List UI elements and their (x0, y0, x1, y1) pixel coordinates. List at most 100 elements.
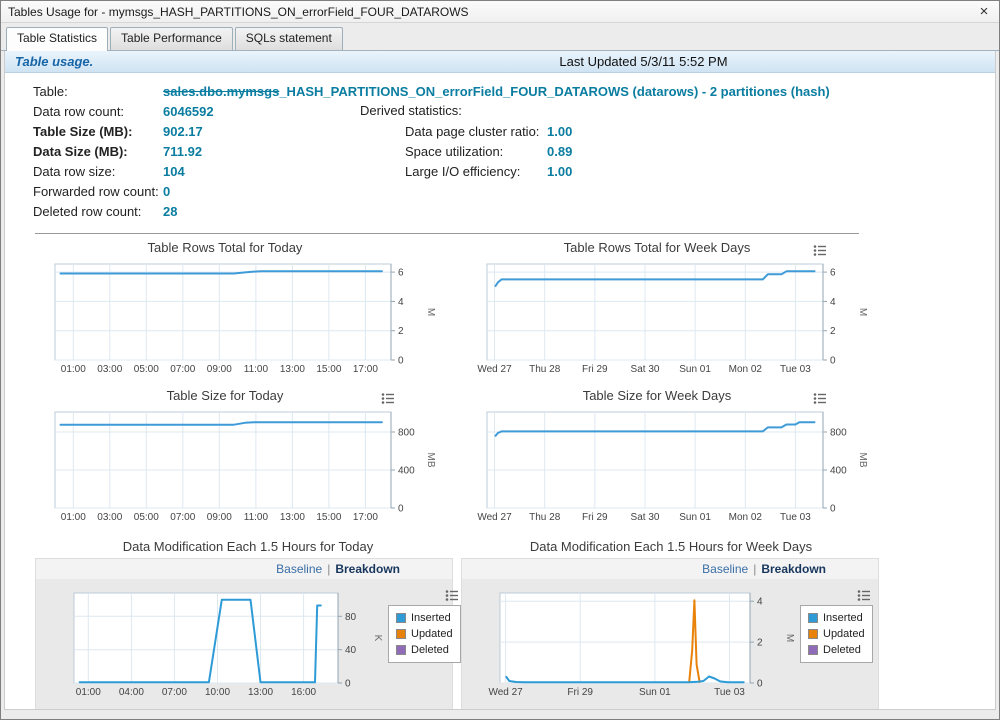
close-icon[interactable]: × (976, 5, 992, 19)
svg-text:Wed 27: Wed 27 (477, 364, 512, 375)
svg-text:09:00: 09:00 (207, 512, 232, 523)
svg-text:05:00: 05:00 (134, 364, 159, 375)
baseline-link[interactable]: Baseline (276, 562, 322, 576)
svg-text:800: 800 (398, 428, 415, 439)
svg-text:03:00: 03:00 (97, 364, 122, 375)
svg-text:0: 0 (398, 356, 404, 367)
legend-label: Deleted (411, 644, 449, 656)
chart-size-week: Table Size for Week Days 0400800MBWed 27… (467, 386, 869, 524)
legend-item-deleted[interactable]: Deleted (808, 642, 865, 658)
mod-week-column: Data Modification Each 1.5 Hours for Wee… (461, 536, 881, 710)
chart-rows-today-plot: 0246M01:0003:0005:0007:0009:0011:0013:00… (35, 258, 437, 376)
chart-menu-icon[interactable] (813, 244, 827, 257)
tab-sqls-statement[interactable]: SQLs statement (235, 27, 343, 50)
chart-legend: Inserted Updated Deleted (800, 605, 873, 663)
legend-label: Inserted (411, 612, 451, 624)
legend-item-updated[interactable]: Updated (396, 626, 453, 642)
chart-mod-week-plot: 024MWed 27Fri 29Sun 01Tue 03 (480, 587, 796, 699)
legend-item-deleted[interactable]: Deleted (396, 642, 453, 658)
svg-text:M: M (425, 308, 436, 316)
derived-statistics-header: Derived statistics: (360, 101, 572, 121)
svg-text:Wed 27: Wed 27 (488, 687, 523, 698)
mod-today-column: Data Modification Each 1.5 Hours for Tod… (35, 536, 461, 710)
chart-title: Data Modification Each 1.5 Hours for Wee… (461, 536, 881, 558)
stat-label: Large I/O efficiency: (405, 164, 547, 179)
svg-text:MB: MB (425, 453, 436, 468)
stat-value: 104 (163, 164, 185, 179)
svg-text:Thu 28: Thu 28 (529, 512, 561, 523)
link-separator: | (327, 562, 330, 576)
svg-text:Tue 03: Tue 03 (780, 364, 811, 375)
deleted-swatch (396, 645, 406, 655)
legend-label: Updated (411, 628, 453, 640)
stat-label: Table: (33, 84, 163, 99)
chart-title: Table Size for Week Days (467, 386, 847, 406)
svg-text:Mon 02: Mon 02 (729, 512, 763, 523)
table-statistics-panel: Table usage. Last Updated 5/3/11 5:52 PM… (4, 51, 996, 710)
svg-text:09:00: 09:00 (207, 364, 232, 375)
svg-text:Sun 01: Sun 01 (679, 512, 711, 523)
svg-text:Tue 03: Tue 03 (780, 512, 811, 523)
svg-text:800: 800 (830, 428, 847, 439)
svg-text:2: 2 (757, 638, 763, 649)
mod-side: Inserted Updated Deleted (388, 587, 461, 663)
table-name-rest: _HASH_PARTITIONS_ON_errorField_FOUR_DATA… (279, 84, 829, 99)
baseline-link[interactable]: Baseline (702, 562, 748, 576)
tab-table-statistics[interactable]: Table Statistics (6, 27, 108, 51)
chart-menu-icon[interactable] (381, 392, 395, 405)
svg-text:15:00: 15:00 (316, 364, 341, 375)
chart-legend: Inserted Updated Deleted (388, 605, 461, 663)
svg-text:0: 0 (345, 679, 351, 690)
stat-value: 28 (163, 204, 177, 219)
derived-row-cluster-ratio: Data page cluster ratio: 1.00 (360, 121, 572, 141)
usage-header: Table usage. Last Updated 5/3/11 5:52 PM (5, 51, 995, 73)
tab-table-performance[interactable]: Table Performance (110, 27, 233, 50)
mod-week-panel: Baseline | Breakdown 024MWed 27Fri 29Sun… (461, 558, 879, 710)
svg-text:M: M (857, 308, 868, 316)
chart-menu-icon[interactable] (445, 589, 459, 602)
breakdown-link[interactable]: Breakdown (335, 562, 400, 576)
stat-value: 0 (163, 184, 170, 199)
svg-text:MB: MB (857, 453, 868, 468)
chart-rows-week: Table Rows Total for Week Days 0246MWed … (467, 238, 869, 376)
chart-rows-today: Table Rows Total for Today 0246M01:0003:… (35, 238, 437, 376)
mod-panel-body: 04080K01:0004:0007:0010:0013:0016:00 Ins… (36, 579, 452, 709)
svg-text:11:00: 11:00 (244, 512, 269, 523)
svg-text:400: 400 (398, 466, 415, 477)
legend-item-updated[interactable]: Updated (808, 626, 865, 642)
svg-text:4: 4 (830, 297, 836, 308)
chart-size-today: Table Size for Today 0400800MB01:0003:00… (35, 386, 437, 524)
mod-panel-header: Baseline | Breakdown (462, 559, 878, 579)
link-separator: | (753, 562, 756, 576)
mod-today-panel: Baseline | Breakdown 04080K01:0004:0007:… (35, 558, 453, 710)
derived-row-space-utilization: Space utilization: 0.89 (360, 141, 572, 161)
breakdown-link[interactable]: Breakdown (761, 562, 826, 576)
chart-title: Data Modification Each 1.5 Hours for Tod… (35, 536, 461, 558)
stat-value: 711.92 (163, 144, 202, 159)
svg-text:07:00: 07:00 (170, 512, 195, 523)
svg-text:2: 2 (830, 326, 836, 337)
svg-text:6: 6 (830, 268, 836, 279)
svg-text:13:00: 13:00 (280, 512, 305, 523)
stat-label: Space utilization: (405, 144, 547, 159)
legend-item-inserted[interactable]: Inserted (808, 610, 865, 626)
stat-label: Forwarded row count: (33, 184, 163, 199)
svg-text:10:00: 10:00 (205, 687, 230, 698)
legend-item-inserted[interactable]: Inserted (396, 610, 453, 626)
stat-value: 6046592 (163, 104, 214, 119)
chart-title: Table Size for Today (35, 386, 415, 406)
data-modification-section: Data Modification Each 1.5 Hours for Tod… (5, 536, 995, 710)
chart-menu-icon[interactable] (813, 392, 827, 405)
stat-label: Data page cluster ratio: (405, 124, 547, 139)
svg-text:Sat 30: Sat 30 (631, 512, 660, 523)
svg-text:M: M (784, 634, 795, 642)
stat-value: 1.00 (547, 124, 572, 139)
last-updated-text: Last Updated 5/3/11 5:52 PM (559, 54, 727, 69)
svg-text:Fri 29: Fri 29 (582, 364, 608, 375)
chart-menu-icon[interactable] (857, 589, 871, 602)
updated-swatch (396, 629, 406, 639)
svg-text:15:00: 15:00 (316, 512, 341, 523)
svg-text:40: 40 (345, 645, 357, 656)
svg-text:07:00: 07:00 (162, 687, 187, 698)
stat-row-deleted-row-count: Deleted row count: 28 (33, 201, 830, 221)
